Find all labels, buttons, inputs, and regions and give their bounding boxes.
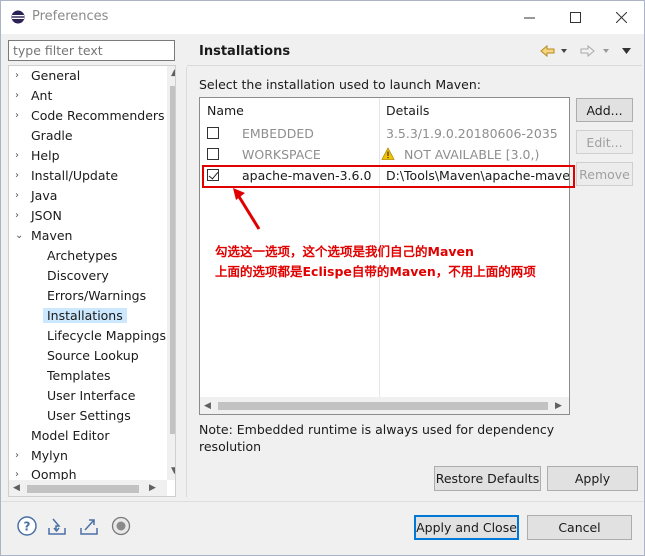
tree-item-model-editor[interactable]: Model Editor [15, 426, 110, 445]
tree-item-help[interactable]: › Help [15, 146, 60, 165]
tree-item-java[interactable]: › Java [15, 186, 57, 205]
tree-item-user-interface[interactable]: User Interface [47, 386, 135, 405]
maximize-icon [569, 12, 581, 23]
tree-item-discovery[interactable]: Discovery [47, 266, 109, 285]
expand-icon[interactable]: › [15, 206, 25, 225]
tree-item-mylyn[interactable]: › Mylyn [15, 446, 68, 465]
page-description: Select the installation used to launch M… [199, 77, 481, 92]
scroll-right-icon[interactable]: ▶ [149, 483, 156, 493]
tree-item-ant[interactable]: › Ant [15, 86, 52, 105]
tree-item-gradle[interactable]: Gradle [15, 126, 73, 145]
export-icon[interactable] [79, 516, 99, 536]
expand-icon[interactable]: › [15, 106, 25, 125]
annotation-line-1: 勾选这一选项，这个选项是我们自己的Maven [215, 244, 474, 259]
note-text: Note: Embedded runtime is always used fo… [199, 422, 555, 454]
table-horizontal-scroll-thumb[interactable] [218, 402, 548, 410]
scroll-right-icon[interactable]: ▶ [555, 401, 562, 411]
title-bar: Preferences [1, 1, 644, 34]
tree-item-source-lookup[interactable]: Source Lookup [47, 346, 139, 365]
eclipse-icon [11, 10, 25, 24]
add-button[interactable]: Add... [576, 98, 633, 122]
close-button[interactable] [598, 1, 644, 34]
scroll-up-icon[interactable]: ▲ [171, 68, 175, 78]
navigation-toolbar [540, 44, 631, 58]
tree-item-user-settings[interactable]: User Settings [47, 406, 131, 425]
column-header-name[interactable]: Name [200, 98, 380, 124]
expand-icon[interactable]: › [15, 186, 25, 205]
expand-icon[interactable]: › [15, 446, 25, 465]
expand-icon[interactable]: › [15, 146, 25, 165]
tree-item-install-update[interactable]: › Install/Update [15, 166, 118, 185]
tree-item-maven[interactable]: ⌄ Maven [15, 226, 72, 245]
minimize-button[interactable] [506, 1, 552, 34]
scroll-down-icon[interactable]: ▼ [171, 466, 175, 476]
apply-and-close-button[interactable]: Apply and Close [414, 515, 519, 540]
column-header-details[interactable]: Details [379, 98, 569, 124]
maximize-button[interactable] [552, 1, 598, 34]
tree-item-code-recommenders[interactable]: › Code Recommenders [15, 106, 165, 125]
edit-button[interactable]: Edit... [576, 130, 633, 154]
table-row[interactable]: EMBEDDED 3.5.3/1.9.0.20180606-2035 [200, 123, 569, 144]
footer-divider [1, 501, 644, 502]
preferences-window: Preferences ›General ›Ant ›Code Recommen… [0, 0, 645, 556]
help-icon[interactable]: ? [17, 516, 37, 536]
annotation-arrow-icon [233, 188, 261, 230]
tree-item-lifecycle-mappings[interactable]: Lifecycle Mappings [47, 326, 166, 345]
close-icon [615, 12, 627, 23]
tree-item-general[interactable]: › General [15, 66, 80, 85]
scroll-left-icon[interactable]: ◀ [13, 483, 20, 493]
cancel-button[interactable]: Cancel [527, 515, 632, 540]
collapse-icon[interactable]: ⌄ [15, 226, 25, 245]
forward-menu-icon[interactable] [603, 49, 609, 53]
installation-checkbox[interactable] [207, 148, 219, 160]
minimize-icon [523, 17, 535, 19]
expand-icon[interactable]: › [15, 166, 25, 185]
tree-item-installations[interactable]: Installations [43, 306, 127, 325]
scroll-left-icon[interactable]: ◀ [204, 401, 211, 411]
filter-input[interactable] [8, 40, 175, 61]
tree-item-archetypes[interactable]: Archetypes [47, 246, 117, 265]
highlight-box [202, 165, 575, 188]
panel-divider [186, 67, 187, 497]
tree-item-errors-warnings[interactable]: Errors/Warnings [47, 286, 146, 305]
import-icon[interactable] [47, 516, 67, 536]
annotation-line-2: 上面的选项都是Eclispe自带的Maven，不用上面的两项 [215, 264, 536, 279]
svg-text:?: ? [24, 520, 31, 534]
expand-icon[interactable]: › [15, 66, 25, 85]
installation-checkbox[interactable] [207, 127, 219, 139]
restore-defaults-button[interactable]: Restore Defaults [434, 466, 541, 491]
header-divider [187, 65, 642, 66]
apply-button[interactable]: Apply [547, 466, 638, 491]
view-menu-icon[interactable] [622, 48, 631, 54]
tree-vertical-scroll-thumb[interactable] [170, 86, 175, 434]
preferences-tree: › General › Ant › Code Recommenders Gradle … [8, 65, 176, 497]
back-icon[interactable] [540, 44, 555, 58]
tree-item-json[interactable]: › JSON [15, 206, 62, 225]
window-title: Preferences [32, 9, 109, 24]
remove-button[interactable]: Remove [576, 162, 633, 186]
tree-horizontal-scroll-thumb[interactable] [27, 485, 139, 493]
tree-item-templates[interactable]: Templates [47, 366, 111, 385]
back-menu-icon[interactable] [561, 49, 567, 53]
table-row[interactable]: WORKSPACE NOT AVAILABLE [3.0,) [200, 144, 569, 165]
oomph-icon[interactable] [111, 516, 131, 536]
page-title: Installations [199, 44, 291, 59]
warning-icon [381, 147, 395, 160]
expand-icon[interactable]: › [15, 86, 25, 105]
forward-icon[interactable] [580, 44, 595, 58]
